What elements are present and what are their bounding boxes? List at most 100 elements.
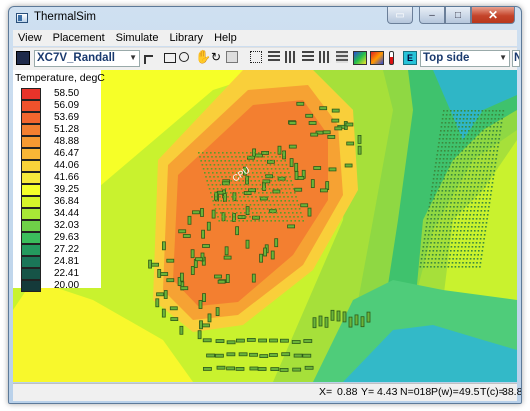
menu-simulate[interactable]: Simulate [111,32,165,44]
copy-icon[interactable] [226,51,238,63]
component-part[interactable] [200,208,204,217]
component-part[interactable] [166,278,175,283]
component-part[interactable] [328,167,337,172]
component-part[interactable] [226,366,236,371]
restore-extra-button[interactable]: ▭ [387,7,413,24]
pan-hand-icon[interactable]: ✋ [195,49,211,64]
component-part[interactable] [163,290,168,299]
component-part[interactable] [151,262,160,267]
component-part[interactable] [344,163,353,168]
component-part[interactable] [293,353,303,358]
component-part[interactable] [202,244,210,248]
component-part[interactable] [346,141,355,146]
component-part[interactable] [169,306,178,311]
component-part[interactable] [331,108,340,113]
save-icon[interactable] [16,51,30,65]
maximize-button[interactable]: □ [445,7,471,24]
component-part[interactable] [302,353,312,358]
menu-library[interactable]: Library [164,32,209,44]
component-part[interactable] [214,274,222,279]
component-part[interactable] [202,323,210,328]
component-part[interactable] [195,257,203,262]
component-part[interactable] [202,293,206,303]
component-part[interactable] [235,366,245,371]
component-part[interactable] [319,188,328,193]
component-part[interactable] [342,311,347,323]
component-part[interactable] [336,310,341,322]
component-part[interactable] [157,268,162,278]
component-part[interactable] [156,292,165,297]
component-part[interactable] [270,367,280,372]
component-part[interactable] [257,367,267,371]
component-part[interactable] [294,187,303,192]
component-part[interactable] [300,203,309,208]
component-part[interactable] [245,239,250,249]
component-part[interactable] [310,179,315,188]
component-part[interactable] [197,330,202,340]
component-part[interactable] [294,162,299,172]
zoom-icon[interactable] [179,52,189,62]
component-part[interactable] [366,311,371,323]
component-part[interactable] [187,215,192,225]
component-part[interactable] [238,352,248,357]
component-part[interactable] [263,247,268,257]
component-part[interactable] [279,367,289,372]
component-part[interactable] [224,246,229,256]
component-part[interactable] [215,339,225,344]
component-part[interactable] [251,273,256,283]
component-part[interactable] [312,317,317,329]
component-part[interactable] [304,365,314,370]
component-part[interactable] [180,286,189,291]
component-part[interactable] [148,259,153,269]
align-center-icon[interactable] [285,51,297,63]
component-part[interactable] [322,130,331,135]
component-part[interactable] [259,354,269,359]
minimize-button[interactable]: – [419,7,445,24]
thermal-map[interactable]: CPU Temperature, degC 58.50 56.09 53.69 51.… [13,70,517,382]
new-part-icon[interactable] [144,55,153,64]
component-part[interactable] [211,209,216,219]
component-part[interactable] [226,340,236,345]
menu-help[interactable]: Help [209,32,243,44]
menu-view[interactable]: View [13,32,48,44]
side-combo[interactable]: Top side ▼ [420,50,510,67]
component-part[interactable] [274,238,279,248]
edit-e-icon[interactable]: E [403,51,417,65]
component-part[interactable] [182,234,191,238]
component-part[interactable] [296,101,305,106]
component-part[interactable] [160,272,169,276]
component-part[interactable] [198,300,203,309]
component-part[interactable] [325,181,330,190]
component-part[interactable] [281,352,291,357]
component-part[interactable] [294,171,299,180]
grid-icon[interactable] [250,51,262,63]
component-part[interactable] [199,320,203,330]
component-part[interactable] [258,338,268,343]
component-part[interactable] [269,338,278,343]
layers-icon[interactable] [336,51,348,63]
component-part[interactable] [223,255,232,260]
component-part[interactable] [270,250,275,260]
component-part[interactable] [277,176,286,181]
component-part[interactable] [330,309,335,321]
component-part[interactable] [259,253,264,263]
component-part[interactable] [310,132,319,137]
component-part[interactable] [288,121,297,125]
component-part[interactable] [225,274,230,284]
component-part[interactable] [170,317,179,322]
component-part[interactable] [216,365,226,370]
component-part[interactable] [166,258,175,263]
component-part[interactable] [279,338,289,343]
rotate-icon[interactable]: ↻ [211,50,225,64]
component-part[interactable] [206,221,211,231]
component-part[interactable] [357,145,362,155]
component-part[interactable] [215,307,220,317]
color-map-icon[interactable] [370,51,384,65]
component-part[interactable] [249,366,259,371]
component-part[interactable] [161,308,166,318]
component-part[interactable] [249,352,258,357]
align-left-icon[interactable] [268,51,280,63]
component-part[interactable] [201,229,206,239]
component-part[interactable] [318,315,323,327]
component-part[interactable] [179,272,184,282]
